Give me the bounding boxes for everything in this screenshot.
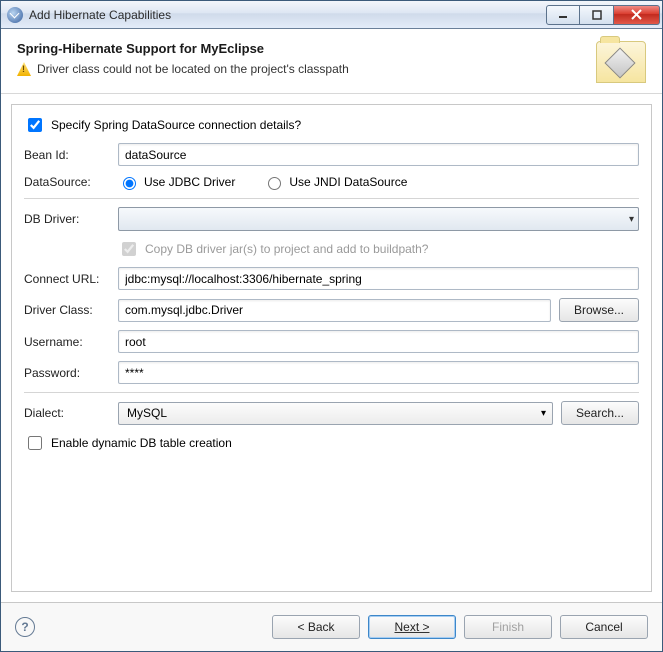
- dbdriver-dropdown[interactable]: ▾: [118, 207, 639, 231]
- enable-dynamic-label: Enable dynamic DB table creation: [51, 436, 232, 450]
- back-button[interactable]: < Back: [272, 615, 360, 639]
- page-title: Spring-Hibernate Support for MyEclipse: [17, 41, 596, 56]
- warning-icon: [17, 62, 31, 76]
- wizard-footer: ? < Back Next > Finish Cancel: [1, 602, 662, 651]
- titlebar[interactable]: Add Hibernate Capabilities: [1, 1, 662, 29]
- close-button[interactable]: [614, 5, 660, 25]
- driver-class-input[interactable]: [118, 299, 551, 322]
- datasource-label: DataSource:: [24, 175, 110, 189]
- search-button[interactable]: Search...: [561, 401, 639, 425]
- password-input[interactable]: [118, 361, 639, 384]
- driver-class-label: Driver Class:: [24, 303, 110, 317]
- copy-jars-checkbox: [122, 242, 136, 256]
- radio-jdbc[interactable]: Use JDBC Driver: [118, 174, 235, 190]
- password-label: Password:: [24, 366, 110, 380]
- dbdriver-label: DB Driver:: [24, 212, 110, 226]
- enable-dynamic-checkbox[interactable]: [28, 436, 42, 450]
- app-icon: [7, 7, 23, 23]
- connect-url-label: Connect URL:: [24, 272, 110, 286]
- dialect-dropdown[interactable]: MySQL ▾: [118, 402, 553, 425]
- radio-jndi-input[interactable]: [268, 177, 281, 190]
- browse-button[interactable]: Browse...: [559, 298, 639, 322]
- finish-button: Finish: [464, 615, 552, 639]
- chevron-down-icon: ▾: [541, 408, 546, 419]
- next-button[interactable]: Next >: [368, 615, 456, 639]
- bean-id-input[interactable]: [118, 143, 639, 166]
- username-label: Username:: [24, 335, 110, 349]
- chevron-down-icon: ▾: [629, 214, 634, 225]
- cancel-button[interactable]: Cancel: [560, 615, 648, 639]
- help-icon[interactable]: ?: [15, 617, 35, 637]
- dialect-label: Dialect:: [24, 406, 110, 420]
- connect-url-input[interactable]: [118, 267, 639, 290]
- form-content: Specify Spring DataSource connection det…: [11, 104, 652, 592]
- dialog-window: Add Hibernate Capabilities Spring-Hibern…: [0, 0, 663, 652]
- copy-jars-label: Copy DB driver jar(s) to project and add…: [145, 242, 428, 256]
- minimize-button[interactable]: [546, 5, 580, 25]
- radio-jndi[interactable]: Use JNDI DataSource: [263, 174, 407, 190]
- warning-message: Driver class could not be located on the…: [37, 62, 349, 76]
- specify-datasource-label: Specify Spring DataSource connection det…: [51, 118, 301, 132]
- window-title: Add Hibernate Capabilities: [29, 8, 546, 22]
- dialect-value: MySQL: [127, 406, 167, 420]
- wizard-header: Spring-Hibernate Support for MyEclipse D…: [1, 29, 662, 94]
- username-input[interactable]: [118, 330, 639, 353]
- specify-datasource-checkbox[interactable]: [28, 118, 42, 132]
- radio-jdbc-input[interactable]: [123, 177, 136, 190]
- folder-icon: [596, 41, 646, 83]
- maximize-button[interactable]: [580, 5, 614, 25]
- bean-id-label: Bean Id:: [24, 148, 110, 162]
